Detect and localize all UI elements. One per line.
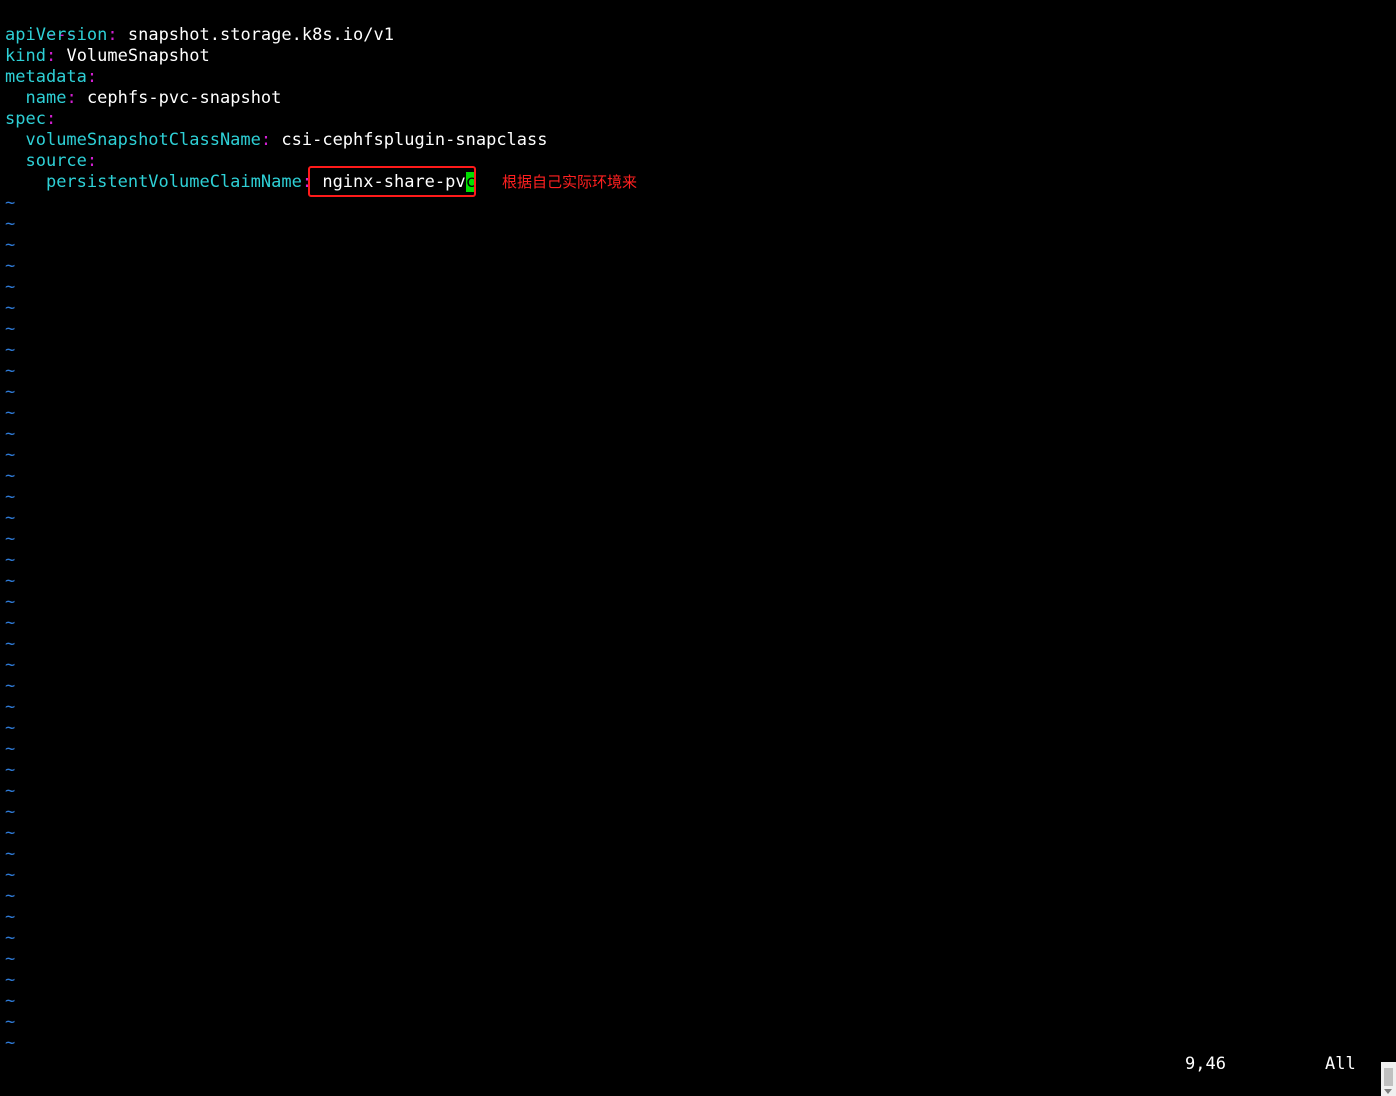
yaml-line-name: name: cephfs-pvc-snapshot — [25, 88, 282, 108]
empty-line-tilde: ~ — [5, 1033, 16, 1053]
cursor-position: 9,46 — [1185, 1054, 1226, 1074]
vim-editor[interactable]: --- apiVersion: snapshot.storage.k8s.io/… — [0, 0, 1396, 1096]
empty-line-tilde: ~ — [5, 256, 16, 276]
empty-line-tilde: ~ — [5, 214, 16, 234]
empty-line-tilde: ~ — [5, 508, 16, 528]
empty-line-tilde: ~ — [5, 865, 16, 885]
empty-line-tilde: ~ — [5, 319, 16, 339]
empty-line-tilde: ~ — [5, 781, 16, 801]
empty-line-tilde: ~ — [5, 550, 16, 570]
empty-line-tilde: ~ — [5, 655, 16, 675]
highlight-box — [308, 166, 476, 197]
empty-line-tilde: ~ — [5, 991, 16, 1011]
empty-line-tilde: ~ — [5, 424, 16, 444]
empty-line-tilde: ~ — [5, 928, 16, 948]
yaml-line-snapshot-class: volumeSnapshotClassName: csi-cephfsplugi… — [25, 130, 548, 150]
empty-line-tilde: ~ — [5, 634, 16, 654]
empty-line-tilde: ~ — [5, 277, 16, 297]
scroll-down-arrow-icon[interactable] — [1384, 1089, 1392, 1094]
empty-line-tilde: ~ — [5, 823, 16, 843]
empty-line-tilde: ~ — [5, 907, 16, 927]
empty-line-tilde: ~ — [5, 571, 16, 591]
yaml-line-kind: kind: VolumeSnapshot — [5, 46, 210, 66]
empty-line-tilde: ~ — [5, 1012, 16, 1032]
scrollbar[interactable] — [1381, 1062, 1396, 1096]
yaml-line-spec: spec: — [5, 109, 57, 129]
yaml-line-metadata: metadata: — [5, 67, 98, 87]
empty-line-tilde: ~ — [5, 298, 16, 318]
empty-line-tilde: ~ — [5, 235, 16, 255]
empty-line-tilde: ~ — [5, 676, 16, 696]
empty-line-tilde: ~ — [5, 613, 16, 633]
empty-line-tilde: ~ — [5, 718, 16, 738]
empty-line-tilde: ~ — [5, 697, 16, 717]
empty-line-tilde: ~ — [5, 487, 16, 507]
empty-line-tilde: ~ — [5, 844, 16, 864]
empty-line-tilde: ~ — [5, 340, 16, 360]
empty-line-tilde: ~ — [5, 760, 16, 780]
yaml-line-apiversion: apiVersion: snapshot.storage.k8s.io/v1 — [5, 25, 394, 45]
empty-line-tilde: ~ — [5, 193, 16, 213]
empty-line-tilde: ~ — [5, 466, 16, 486]
empty-line-tilde: ~ — [5, 949, 16, 969]
empty-line-tilde: ~ — [5, 886, 16, 906]
empty-line-tilde: ~ — [5, 403, 16, 423]
yaml-line-source: source: — [25, 151, 98, 171]
scrollbar-thumb[interactable] — [1384, 1068, 1393, 1086]
empty-line-tilde: ~ — [5, 802, 16, 822]
empty-line-tilde: ~ — [5, 382, 16, 402]
empty-line-tilde: ~ — [5, 739, 16, 759]
empty-line-tilde: ~ — [5, 445, 16, 465]
empty-line-tilde: ~ — [5, 970, 16, 990]
empty-line-tilde: ~ — [5, 592, 16, 612]
scroll-indicator: All — [1325, 1054, 1356, 1074]
annotation-note: 根据自己实际环境来 — [502, 173, 638, 191]
yaml-doc-separator: --- — [45, 25, 77, 45]
empty-line-tilde: ~ — [5, 529, 16, 549]
empty-line-tilde: ~ — [5, 361, 16, 381]
